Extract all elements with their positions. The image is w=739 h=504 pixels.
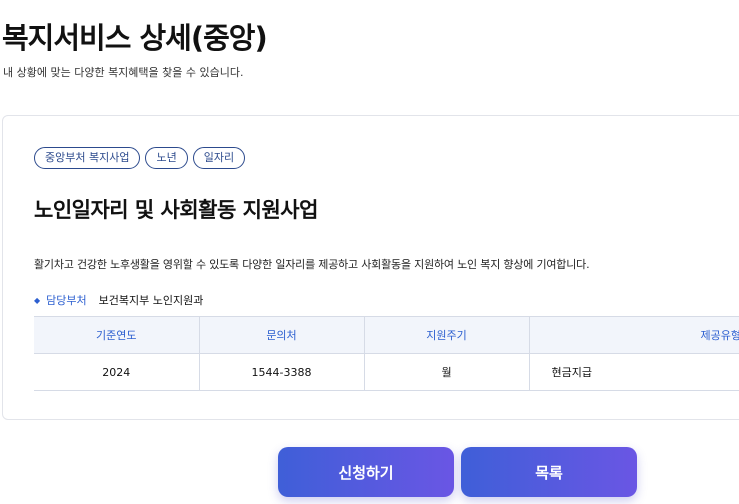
department-value: 보건복지부 노인지원과	[98, 294, 204, 307]
table-row: 2024 1544-3388 월 현금지급	[34, 353, 739, 391]
service-info-table: 기준연도 문의처 지원주기 제공유형 2024 1544-3388 월 현금지급	[34, 316, 739, 391]
header-provision-type: 제공유형	[529, 316, 739, 354]
department-row: ◆ 담당부처 보건복지부 노인지원과	[34, 292, 203, 308]
cell-support-cycle: 월	[364, 353, 530, 391]
page-subtitle: 내 상황에 맞는 다양한 복지혜택을 찾을 수 있습니다.	[3, 66, 244, 79]
cell-contact: 1544-3388	[199, 353, 365, 391]
service-title: 노인일자리 및 사회활동 지원사업	[34, 198, 318, 222]
header-base-year: 기준연도	[34, 316, 200, 354]
service-tags: 중앙부처 복지사업 노년 일자리	[34, 147, 246, 169]
service-description: 활기차고 건강한 노후생활을 영위할 수 있도록 다양한 일자리를 제공하고 사…	[34, 258, 590, 271]
header-support-cycle: 지원주기	[364, 316, 530, 354]
diamond-bullet-icon: ◆	[34, 295, 41, 305]
header-contact: 문의처	[199, 316, 365, 354]
tag-category[interactable]: 중앙부처 복지사업	[34, 147, 141, 169]
cell-provision-type: 현금지급	[529, 353, 739, 391]
page-title: 복지서비스 상세(중앙)	[2, 21, 268, 55]
cell-base-year: 2024	[34, 353, 200, 391]
service-detail-card: 중앙부처 복지사업 노년 일자리 노인일자리 및 사회활동 지원사업 활기차고 …	[2, 115, 739, 420]
tag-topic[interactable]: 일자리	[192, 147, 246, 169]
apply-button[interactable]: 신청하기	[278, 447, 454, 497]
tag-life-stage[interactable]: 노년	[145, 147, 188, 169]
department-label: 담당부처	[46, 294, 87, 307]
table-header-row: 기준연도 문의처 지원주기 제공유형	[34, 316, 739, 354]
list-button[interactable]: 목록	[461, 447, 637, 497]
